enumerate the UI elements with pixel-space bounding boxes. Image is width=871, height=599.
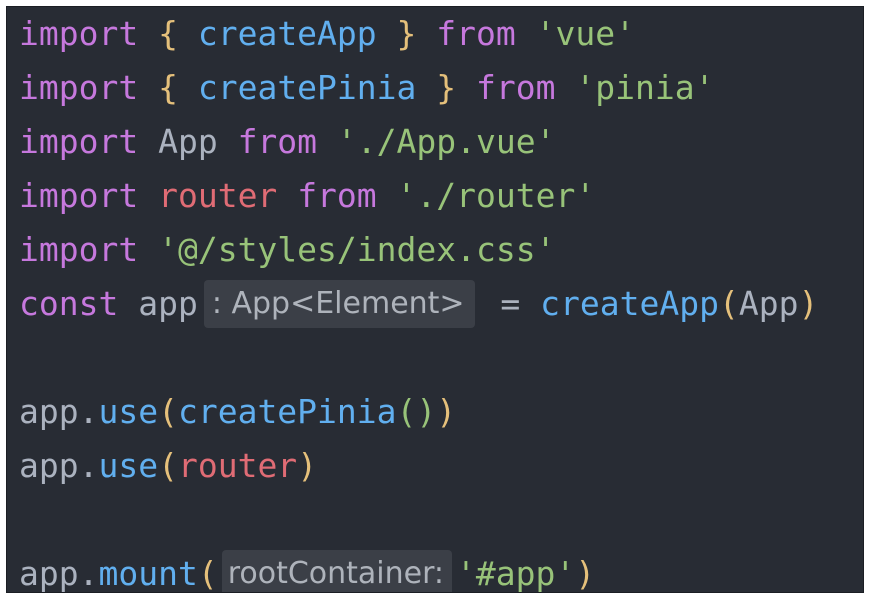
code-line[interactable]: import { createPinia } from 'pinia' — [19, 61, 818, 115]
code-line[interactable]: import router from './router' — [19, 169, 818, 223]
code-token: from — [237, 122, 318, 161]
code-token: use — [98, 446, 159, 485]
code-token: createPinia — [177, 392, 397, 431]
code-token: } — [436, 68, 457, 107]
code-token: app. — [19, 554, 99, 593]
code-token: const — [19, 284, 119, 323]
code-token: () — [396, 392, 437, 431]
code-token: = — [480, 284, 541, 323]
code-token: ) — [297, 446, 318, 485]
code-token: ) — [575, 554, 596, 593]
code-token: mount — [98, 554, 198, 593]
code-line[interactable]: const app: App<Element> = createApp(App) — [19, 277, 818, 331]
code-token: import — [19, 68, 139, 107]
code-token: from — [297, 176, 377, 215]
code-token: app. — [19, 392, 99, 431]
code-token: 'pinia' — [575, 68, 715, 107]
code-token: { — [158, 14, 178, 53]
code-token: ) — [436, 392, 457, 431]
code-line[interactable]: import { createApp } from 'vue' — [19, 7, 818, 61]
code-line[interactable]: import '@/styles/index.css' — [19, 223, 818, 277]
code-token: from — [436, 14, 516, 53]
code-token: ( — [718, 284, 739, 323]
code-token: createPinia — [197, 68, 417, 107]
code-token: app. — [19, 446, 99, 485]
code-token: ( — [158, 392, 178, 431]
code-token: './router' — [396, 176, 596, 215]
code-token: import — [19, 230, 139, 269]
code-token: } — [396, 14, 417, 53]
code-token: App — [738, 284, 799, 323]
code-line[interactable] — [19, 331, 818, 385]
code-token: ( — [197, 554, 218, 593]
code-token: './App.vue' — [336, 122, 556, 161]
code-token: createApp — [540, 284, 719, 323]
code-token: { — [158, 68, 178, 107]
code-editor[interactable]: import { createApp } from 'vue' import { … — [6, 6, 864, 593]
inlay-hint: rootContainer: — [221, 550, 453, 592]
code-area[interactable]: import { createApp } from 'vue' import { … — [19, 7, 818, 593]
code-token: router — [158, 176, 278, 215]
code-token: from — [476, 68, 556, 107]
code-token: ) — [798, 284, 819, 323]
code-token: import — [19, 14, 139, 53]
code-token: '@/styles/index.css' — [158, 230, 556, 269]
code-token: router — [177, 446, 298, 485]
code-line[interactable]: app. use(router) — [19, 439, 818, 493]
code-token: 'vue' — [535, 14, 635, 53]
code-token: use — [98, 392, 159, 431]
code-token: import — [19, 122, 139, 161]
code-line[interactable] — [19, 493, 818, 547]
code-line[interactable]: app. use(createPinia()) — [19, 385, 818, 439]
inlay-hint: : App<Element> — [203, 280, 475, 328]
code-line[interactable]: app. mount(rootContainer: '#app') — [19, 547, 818, 593]
code-token: ( — [158, 446, 178, 485]
code-line[interactable]: import App from './App.vue' — [19, 115, 818, 169]
code-token: createApp — [197, 14, 377, 53]
code-token: App — [138, 122, 238, 161]
code-token: app — [118, 284, 198, 323]
code-token: '#app' — [456, 554, 576, 593]
code-token: import — [19, 176, 139, 215]
